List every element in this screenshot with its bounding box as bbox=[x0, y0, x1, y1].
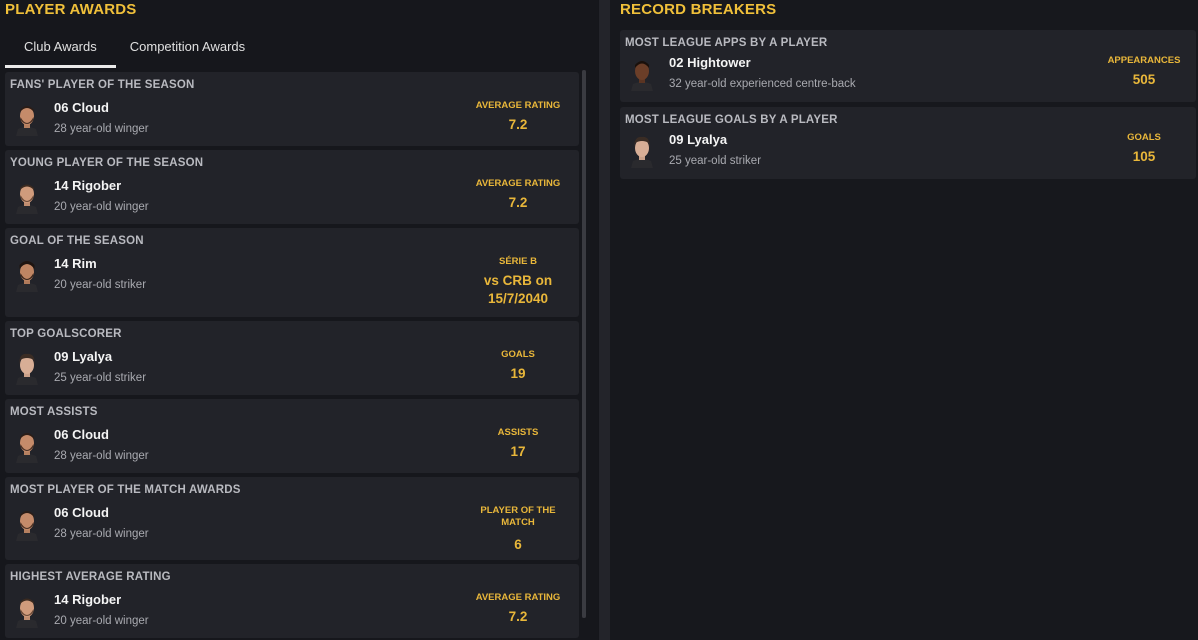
player-avatar[interactable] bbox=[14, 351, 40, 385]
awards-scrollbar-thumb[interactable] bbox=[582, 70, 586, 618]
player-awards-title: PLAYER AWARDS bbox=[5, 1, 137, 18]
award-card[interactable]: YOUNG PLAYER OF THE SEASON 14 Rigober 20… bbox=[5, 150, 579, 224]
stat-value: 19 bbox=[510, 366, 526, 381]
player-name[interactable]: 02 Hightower bbox=[669, 55, 751, 70]
award-title: MOST PLAYER OF THE MATCH AWARDS bbox=[10, 484, 241, 496]
stat-label: PLAYER OF THE MATCH bbox=[480, 505, 556, 528]
panel-divider bbox=[599, 0, 610, 640]
award-title: MOST ASSISTS bbox=[10, 406, 98, 418]
record-title: MOST LEAGUE GOALS BY A PLAYER bbox=[625, 114, 838, 126]
stat-value: 7.2 bbox=[508, 195, 528, 210]
stat-value: 105 bbox=[1132, 149, 1156, 164]
record-stat: APPEARANCES 505 bbox=[1092, 55, 1196, 89]
player-name[interactable]: 14 Rigober bbox=[54, 592, 121, 607]
award-card[interactable]: MOST PLAYER OF THE MATCH AWARDS 06 Cloud… bbox=[5, 477, 579, 560]
record-breakers-panel: RECORD BREAKERS MOST LEAGUE APPS BY A PL… bbox=[610, 0, 1198, 640]
record-card[interactable]: MOST LEAGUE GOALS BY A PLAYER 09 Lyalya … bbox=[620, 107, 1196, 179]
player-awards-panel: PLAYER AWARDS Club Awards Competition Aw… bbox=[0, 0, 598, 640]
stat-label: GOALS bbox=[1127, 132, 1161, 143]
award-stat: GOALS 19 bbox=[466, 349, 570, 383]
player-avatar[interactable] bbox=[14, 180, 40, 214]
player-avatar[interactable] bbox=[629, 57, 655, 91]
stat-label: APPEARANCES bbox=[1107, 55, 1181, 66]
award-title: FANS' PLAYER OF THE SEASON bbox=[10, 79, 195, 91]
player-name[interactable]: 14 Rigober bbox=[54, 178, 121, 193]
record-breakers-title: RECORD BREAKERS bbox=[620, 1, 777, 18]
stat-label: SÉRIE B bbox=[498, 256, 537, 267]
record-stat: GOALS 105 bbox=[1092, 132, 1196, 166]
player-avatar[interactable] bbox=[14, 594, 40, 628]
player-avatar[interactable] bbox=[14, 102, 40, 136]
record-title: MOST LEAGUE APPS BY A PLAYER bbox=[625, 37, 828, 49]
stat-value: 7.2 bbox=[508, 117, 528, 132]
player-description: 20 year-old winger bbox=[54, 201, 149, 213]
stat-value: vs CRB on 15/7/2040 bbox=[483, 273, 553, 306]
award-title: GOAL OF THE SEASON bbox=[10, 235, 144, 247]
player-avatar[interactable] bbox=[14, 507, 40, 541]
player-name[interactable]: 06 Cloud bbox=[54, 505, 109, 520]
stat-label: ASSISTS bbox=[497, 427, 539, 438]
player-description: 25 year-old striker bbox=[54, 372, 147, 384]
player-description: 25 year-old striker bbox=[669, 155, 762, 167]
award-stat: AVERAGE RATING 7.2 bbox=[466, 592, 570, 626]
player-name[interactable]: 06 Cloud bbox=[54, 100, 109, 115]
player-avatar[interactable] bbox=[14, 258, 40, 292]
player-name[interactable]: 14 Rim bbox=[54, 256, 97, 271]
player-description: 28 year-old winger bbox=[54, 528, 149, 540]
player-avatar[interactable] bbox=[629, 134, 655, 168]
award-stat: AVERAGE RATING 7.2 bbox=[466, 178, 570, 212]
award-title: TOP GOALSCORER bbox=[10, 328, 122, 340]
records-list: MOST LEAGUE APPS BY A PLAYER 02 Hightowe… bbox=[620, 30, 1196, 184]
award-stat: PLAYER OF THE MATCH 6 bbox=[466, 505, 570, 554]
player-description: 20 year-old winger bbox=[54, 615, 149, 627]
award-card[interactable]: GOAL OF THE SEASON 14 Rim 20 year-old st… bbox=[5, 228, 579, 317]
awards-tabs: Club Awards Competition Awards bbox=[5, 34, 264, 68]
stat-value: 7.2 bbox=[508, 609, 528, 624]
award-card[interactable]: TOP GOALSCORER 09 Lyalya 25 year-old str… bbox=[5, 321, 579, 395]
award-card[interactable]: FANS' PLAYER OF THE SEASON 06 Cloud 28 y… bbox=[5, 72, 579, 146]
award-title: YOUNG PLAYER OF THE SEASON bbox=[10, 157, 204, 169]
player-name[interactable]: 09 Lyalya bbox=[669, 132, 727, 147]
player-description: 28 year-old winger bbox=[54, 123, 149, 135]
stat-value: 17 bbox=[510, 444, 526, 459]
award-stat: ASSISTS 17 bbox=[466, 427, 570, 461]
award-title: HIGHEST AVERAGE RATING bbox=[10, 571, 171, 583]
player-description: 28 year-old winger bbox=[54, 450, 149, 462]
record-card[interactable]: MOST LEAGUE APPS BY A PLAYER 02 Hightowe… bbox=[620, 30, 1196, 102]
tab-competition-awards[interactable]: Competition Awards bbox=[116, 34, 264, 68]
player-name[interactable]: 09 Lyalya bbox=[54, 349, 112, 364]
award-card[interactable]: MOST ASSISTS 06 Cloud 28 year-old winger… bbox=[5, 399, 579, 473]
stat-label: AVERAGE RATING bbox=[475, 592, 561, 603]
stat-value: 505 bbox=[1132, 72, 1156, 87]
player-avatar[interactable] bbox=[14, 429, 40, 463]
player-name[interactable]: 06 Cloud bbox=[54, 427, 109, 442]
stat-value: 6 bbox=[514, 537, 522, 552]
award-card[interactable]: HIGHEST AVERAGE RATING 14 Rigober 20 yea… bbox=[5, 564, 579, 638]
stat-label: AVERAGE RATING bbox=[475, 178, 561, 189]
stat-label: GOALS bbox=[501, 349, 535, 360]
award-stat: SÉRIE B vs CRB on 15/7/2040 bbox=[466, 256, 570, 308]
stat-label: AVERAGE RATING bbox=[475, 100, 561, 111]
player-description: 32 year-old experienced centre-back bbox=[669, 78, 856, 90]
awards-list: FANS' PLAYER OF THE SEASON 06 Cloud 28 y… bbox=[5, 72, 579, 640]
award-stat: AVERAGE RATING 7.2 bbox=[466, 100, 570, 134]
tab-club-awards[interactable]: Club Awards bbox=[5, 34, 116, 68]
player-description: 20 year-old striker bbox=[54, 279, 147, 291]
